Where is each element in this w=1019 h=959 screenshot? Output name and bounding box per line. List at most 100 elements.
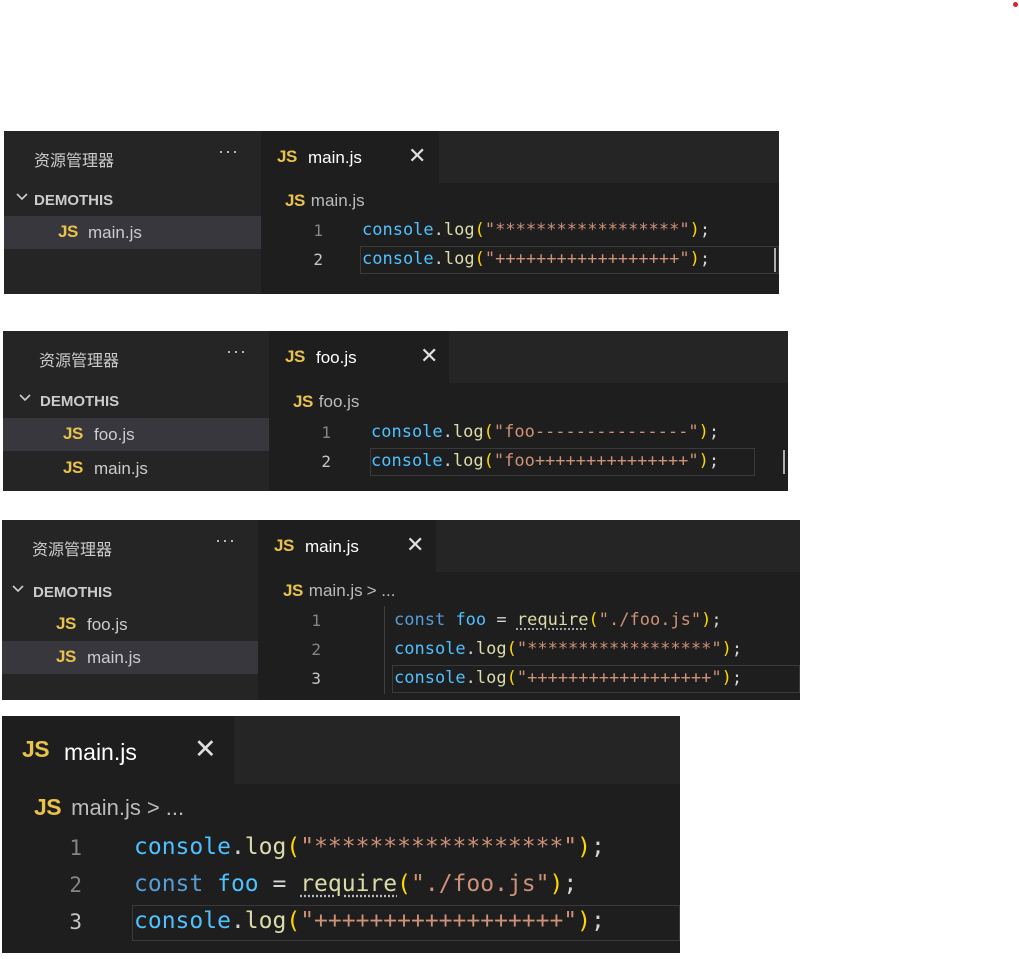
code-line[interactable]: 1 const foo = require("./foo.js");: [258, 607, 800, 636]
code-line[interactable]: 2 console.log("******************");: [258, 636, 800, 665]
tab-label: main.js: [305, 537, 359, 556]
explorer-header: 资源管理器 ···: [3, 331, 269, 383]
js-file-icon: JS: [56, 647, 76, 666]
js-file-icon: JS: [34, 794, 62, 820]
explorer-title: 资源管理器: [32, 540, 113, 559]
file-name: foo.js: [87, 615, 128, 634]
close-icon[interactable]: ✕: [194, 734, 217, 765]
file-name: foo.js: [94, 425, 135, 444]
explorer-header: 资源管理器 ···: [4, 131, 261, 183]
editor-area: JS main.js ✕ JS main.js 1 console.log("**…: [261, 131, 779, 294]
tab-strip: JS main.js ✕: [2, 716, 680, 784]
js-file-icon: JS: [285, 347, 305, 366]
js-file-icon: JS: [56, 614, 76, 633]
tab-label: foo.js: [316, 348, 357, 367]
explorer-sidebar: 资源管理器 ··· DEMOTHIS JS foo.js JS main.js: [2, 520, 258, 700]
line-number: 2: [321, 452, 331, 471]
code-text: const foo = require("./foo.js");: [134, 871, 578, 897]
breadcrumb-more[interactable]: > ...: [147, 795, 184, 820]
breadcrumb-file[interactable]: foo.js: [319, 392, 360, 411]
breadcrumb-file[interactable]: main.js: [311, 191, 365, 210]
tab-main-js[interactable]: JS main.js ✕: [258, 520, 436, 572]
code-text: console.log("******************");: [362, 220, 711, 240]
code-line[interactable]: 1 console.log("******************");: [2, 831, 680, 868]
explorer-header: 资源管理器 ···: [2, 520, 258, 572]
vscode-panel-3: 资源管理器 ··· DEMOTHIS JS foo.js JS main.js …: [2, 520, 800, 700]
line-number: 2: [311, 640, 321, 659]
close-icon[interactable]: ✕: [406, 532, 424, 558]
breadcrumb[interactable]: JS main.js: [285, 191, 365, 215]
code-line-current[interactable]: 3 console.log("++++++++++++++++++");: [258, 665, 800, 694]
vscode-panel-2: 资源管理器 ··· DEMOTHIS JS foo.js JS main.js …: [3, 331, 788, 491]
editor-area: JS main.js ✕ JS main.js > ... 1 const foo …: [258, 520, 800, 700]
explorer-sidebar: 资源管理器 ··· DEMOTHIS JS main.js: [4, 131, 261, 294]
tab-main-js[interactable]: JS main.js ✕: [261, 131, 439, 183]
close-icon[interactable]: ✕: [420, 343, 438, 369]
more-actions-icon[interactable]: ···: [218, 141, 239, 162]
close-icon[interactable]: ✕: [408, 143, 426, 169]
breadcrumb-file[interactable]: main.js: [71, 795, 141, 820]
vscode-panel-4-zoomed: JS main.js ✕ JS main.js > ... 1 console.lo…: [2, 716, 680, 953]
line-number: 3: [311, 669, 321, 688]
editor-area: JS foo.js ✕ JS foo.js 1 console.log("foo-…: [269, 331, 788, 491]
js-file-icon: JS: [58, 222, 78, 241]
folder-row-demothis[interactable]: DEMOTHIS: [3, 386, 269, 416]
file-item-foo-js[interactable]: JS foo.js: [2, 608, 258, 641]
code-text: console.log("++++++++++++++++++");: [362, 249, 711, 269]
line-number: 2: [313, 250, 323, 269]
breadcrumb-file[interactable]: main.js: [309, 581, 363, 600]
line-number: 1: [69, 836, 82, 860]
file-item-main-js[interactable]: JS main.js: [3, 452, 269, 485]
code-line[interactable]: 1 console.log("******************");: [261, 217, 779, 246]
vscode-panel-1: 资源管理器 ··· DEMOTHIS JS main.js JS main.js…: [4, 131, 779, 294]
file-item-main-js[interactable]: JS main.js: [2, 641, 258, 674]
tab-label: main.js: [64, 739, 137, 765]
breadcrumb[interactable]: JS foo.js: [293, 392, 359, 416]
tab-strip: JS main.js ✕: [258, 520, 800, 572]
code-line[interactable]: 1 console.log("foo---------------");: [269, 419, 788, 448]
folder-name: DEMOTHIS: [34, 192, 114, 209]
text-caret: [783, 450, 785, 474]
code-text: const foo = require("./foo.js");: [394, 610, 722, 630]
code-text: console.log("++++++++++++++++++");: [394, 668, 743, 688]
code-line-current[interactable]: 2 console.log("++++++++++++++++++");: [261, 246, 779, 275]
line-number: 1: [313, 221, 323, 240]
code-text: console.log("foo+++++++++++++++");: [371, 451, 720, 471]
code-line[interactable]: 2 const foo = require("./foo.js");: [2, 868, 680, 905]
chevron-down-icon: [16, 193, 28, 201]
more-actions-icon[interactable]: ···: [215, 530, 236, 551]
code-text: console.log("++++++++++++++++++");: [134, 908, 605, 934]
chevron-down-icon: [12, 585, 24, 593]
tab-main-js[interactable]: JS main.js ✕: [2, 716, 234, 784]
chevron-down-icon: [19, 394, 31, 402]
text-caret: [774, 248, 776, 272]
red-dot-marker: [1013, 2, 1018, 7]
folder-row-demothis[interactable]: DEMOTHIS: [4, 185, 261, 215]
file-name: main.js: [94, 459, 148, 478]
breadcrumb[interactable]: JS main.js > ...: [34, 794, 184, 824]
folder-row-demothis[interactable]: DEMOTHIS: [2, 577, 258, 607]
breadcrumb[interactable]: JS main.js > ...: [283, 581, 395, 605]
explorer-sidebar: 资源管理器 ··· DEMOTHIS JS foo.js JS main.js: [3, 331, 269, 491]
js-file-icon: JS: [293, 392, 313, 411]
code-text: console.log("******************");: [134, 834, 605, 860]
js-file-icon: JS: [274, 536, 294, 555]
tab-strip: JS foo.js ✕: [269, 331, 788, 383]
explorer-title: 资源管理器: [34, 151, 115, 170]
js-file-icon: JS: [22, 736, 50, 762]
line-number: 1: [321, 423, 331, 442]
breadcrumb-more[interactable]: > ...: [367, 581, 396, 600]
js-file-icon: JS: [63, 458, 83, 477]
tab-foo-js[interactable]: JS foo.js ✕: [269, 331, 449, 383]
file-item-foo-js[interactable]: JS foo.js: [3, 418, 269, 451]
folder-name: DEMOTHIS: [33, 584, 113, 601]
code-line-current[interactable]: 2 console.log("foo+++++++++++++++");: [269, 448, 788, 477]
line-number: 3: [69, 910, 82, 934]
tab-label: main.js: [308, 148, 362, 167]
file-item-main-js[interactable]: JS main.js: [4, 216, 261, 249]
line-number: 2: [69, 873, 82, 897]
more-actions-icon[interactable]: ···: [226, 341, 247, 362]
code-text: console.log("foo---------------");: [371, 422, 720, 442]
js-file-icon: JS: [285, 191, 305, 210]
code-line-current[interactable]: 3 console.log("++++++++++++++++++");: [2, 905, 680, 942]
